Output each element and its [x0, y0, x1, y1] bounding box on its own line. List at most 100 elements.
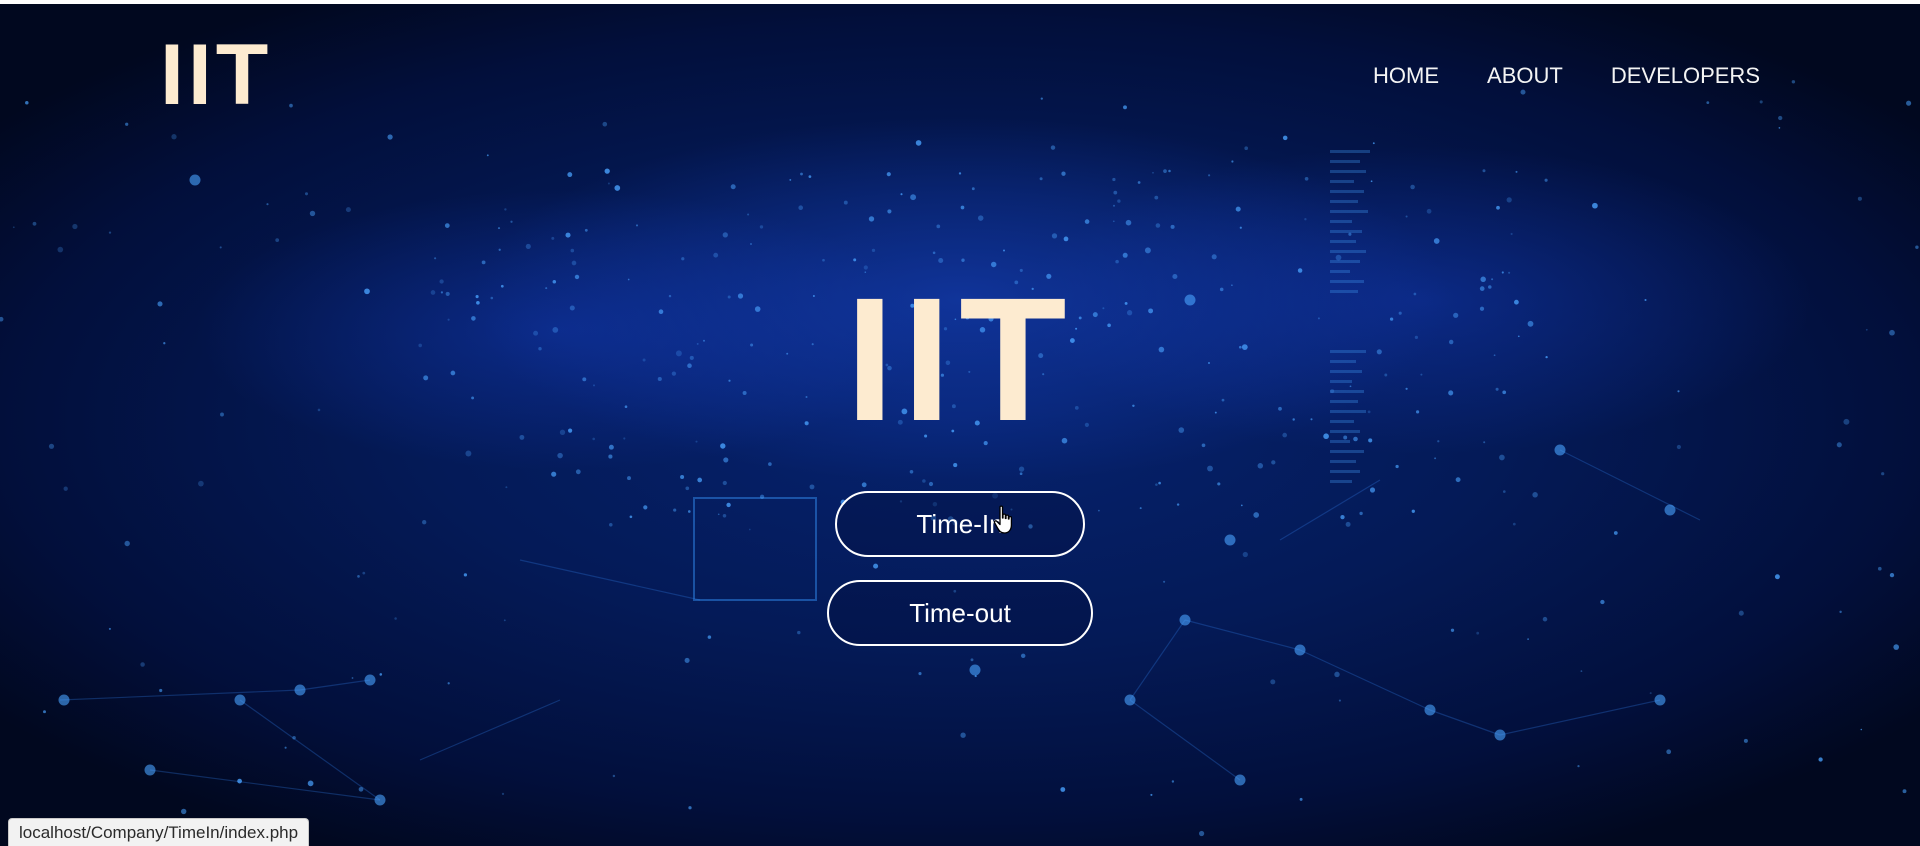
- particle-dot: [565, 232, 571, 238]
- particle-dot: [171, 134, 177, 140]
- particle-dot: [602, 121, 608, 127]
- particle-dot: [607, 182, 610, 185]
- particle-dot: [1171, 780, 1175, 783]
- particle-dot: [1860, 728, 1863, 731]
- particle-dot: [1506, 197, 1512, 203]
- time-in-button[interactable]: Time-In: [835, 491, 1085, 557]
- particle-dot: [928, 481, 934, 487]
- particle-dot: [447, 682, 450, 685]
- particle-dot: [798, 205, 804, 211]
- particle-dot: [364, 674, 376, 686]
- particle-dot: [1113, 204, 1115, 207]
- particle-dot: [1411, 509, 1415, 513]
- particle-dot: [707, 635, 712, 639]
- particle-dot: [1061, 171, 1066, 176]
- nav-home-link[interactable]: HOME: [1373, 62, 1439, 90]
- particle-dot: [307, 780, 314, 787]
- particle-dot: [1527, 638, 1529, 640]
- particle-dot: [1592, 202, 1598, 209]
- particle-dot: [873, 563, 879, 569]
- particle-dot: [958, 172, 962, 175]
- particle-dot: [1239, 226, 1242, 229]
- particle-dot: [1433, 238, 1440, 244]
- particle-dot: [434, 257, 437, 260]
- particle-dot: [1018, 466, 1025, 472]
- particle-dot: [486, 154, 489, 157]
- particle-dot: [1139, 507, 1142, 510]
- particle-dot: [1060, 787, 1066, 792]
- particle-dot: [977, 215, 984, 221]
- nav-developers-link[interactable]: DEVELOPERS: [1611, 62, 1760, 90]
- hero-title: IIT: [845, 262, 1075, 458]
- particle-dot: [570, 248, 575, 253]
- particle-dot: [1271, 460, 1276, 465]
- particle-dot: [635, 224, 639, 227]
- particle-dot: [612, 774, 616, 778]
- particle-dot: [575, 469, 581, 475]
- particle-dot: [800, 172, 803, 176]
- particle-dot: [1231, 160, 1234, 163]
- particle-dot: [1158, 481, 1161, 485]
- time-out-button[interactable]: Time-out: [827, 580, 1093, 646]
- particle-dot: [567, 172, 573, 178]
- particle-dot: [234, 694, 246, 706]
- particle-dot: [309, 210, 316, 217]
- particle-dot: [180, 808, 187, 815]
- particle-dot: [1759, 100, 1763, 104]
- site-logo[interactable]: IIT: [160, 30, 272, 120]
- particle-dot: [1482, 169, 1486, 173]
- particle-dot: [12, 226, 15, 229]
- particle-dot: [970, 658, 974, 662]
- particle-dot: [1426, 208, 1432, 214]
- particle-dot: [1244, 146, 1249, 151]
- particle-dot: [1154, 195, 1159, 200]
- particle-dot: [275, 238, 280, 242]
- particle-dot: [1778, 115, 1783, 121]
- particle-dot: [797, 630, 801, 635]
- particle-dot: [1335, 254, 1342, 261]
- particle-dot: [198, 480, 204, 487]
- particle-dot: [748, 528, 751, 531]
- particle-dot: [1666, 749, 1672, 755]
- particle-dot: [1455, 477, 1461, 483]
- particle-dot: [1208, 174, 1211, 177]
- particle-dot: [1122, 252, 1128, 258]
- particle-dot: [1299, 797, 1303, 801]
- particle-dot: [1906, 100, 1912, 106]
- particle-dot: [387, 134, 393, 140]
- particle-dot: [1211, 254, 1217, 260]
- particle-dot: [57, 246, 64, 253]
- particle-dot: [910, 194, 917, 201]
- particle-dot: [237, 778, 242, 784]
- particle-dot: [918, 672, 922, 676]
- particle-dot: [1242, 551, 1248, 558]
- particle-dot: [1654, 694, 1666, 706]
- particle-dot: [140, 662, 145, 667]
- particle-dot: [604, 168, 610, 174]
- status-bar-url: localhost/Company/TimeIn/index.php: [8, 818, 310, 846]
- particle-dot: [1304, 176, 1309, 181]
- particle-dot: [1577, 764, 1580, 768]
- particle-dot: [759, 494, 765, 499]
- particle-dot: [936, 224, 941, 229]
- particle-dot: [1152, 171, 1154, 174]
- nav-about-link[interactable]: ABOUT: [1487, 62, 1563, 90]
- particle-dot: [953, 463, 958, 468]
- particle-dot: [960, 732, 966, 738]
- particle-dot: [1294, 644, 1306, 656]
- particle-dot: [1915, 245, 1919, 249]
- particle-dot: [723, 457, 729, 463]
- particle-dot: [1112, 220, 1115, 223]
- particle-dot: [1150, 793, 1153, 796]
- particle-dot: [1877, 566, 1882, 571]
- particle-dot: [1217, 482, 1221, 486]
- particle-dot: [915, 140, 922, 146]
- particle-dot: [900, 193, 903, 196]
- particle-dot: [608, 454, 613, 459]
- particle-dot: [362, 571, 366, 575]
- particle-dot: [685, 486, 690, 491]
- particle-dot: [43, 710, 46, 714]
- particle-dot: [726, 502, 731, 508]
- particle-dot: [465, 450, 472, 457]
- particle-dot: [1340, 514, 1345, 520]
